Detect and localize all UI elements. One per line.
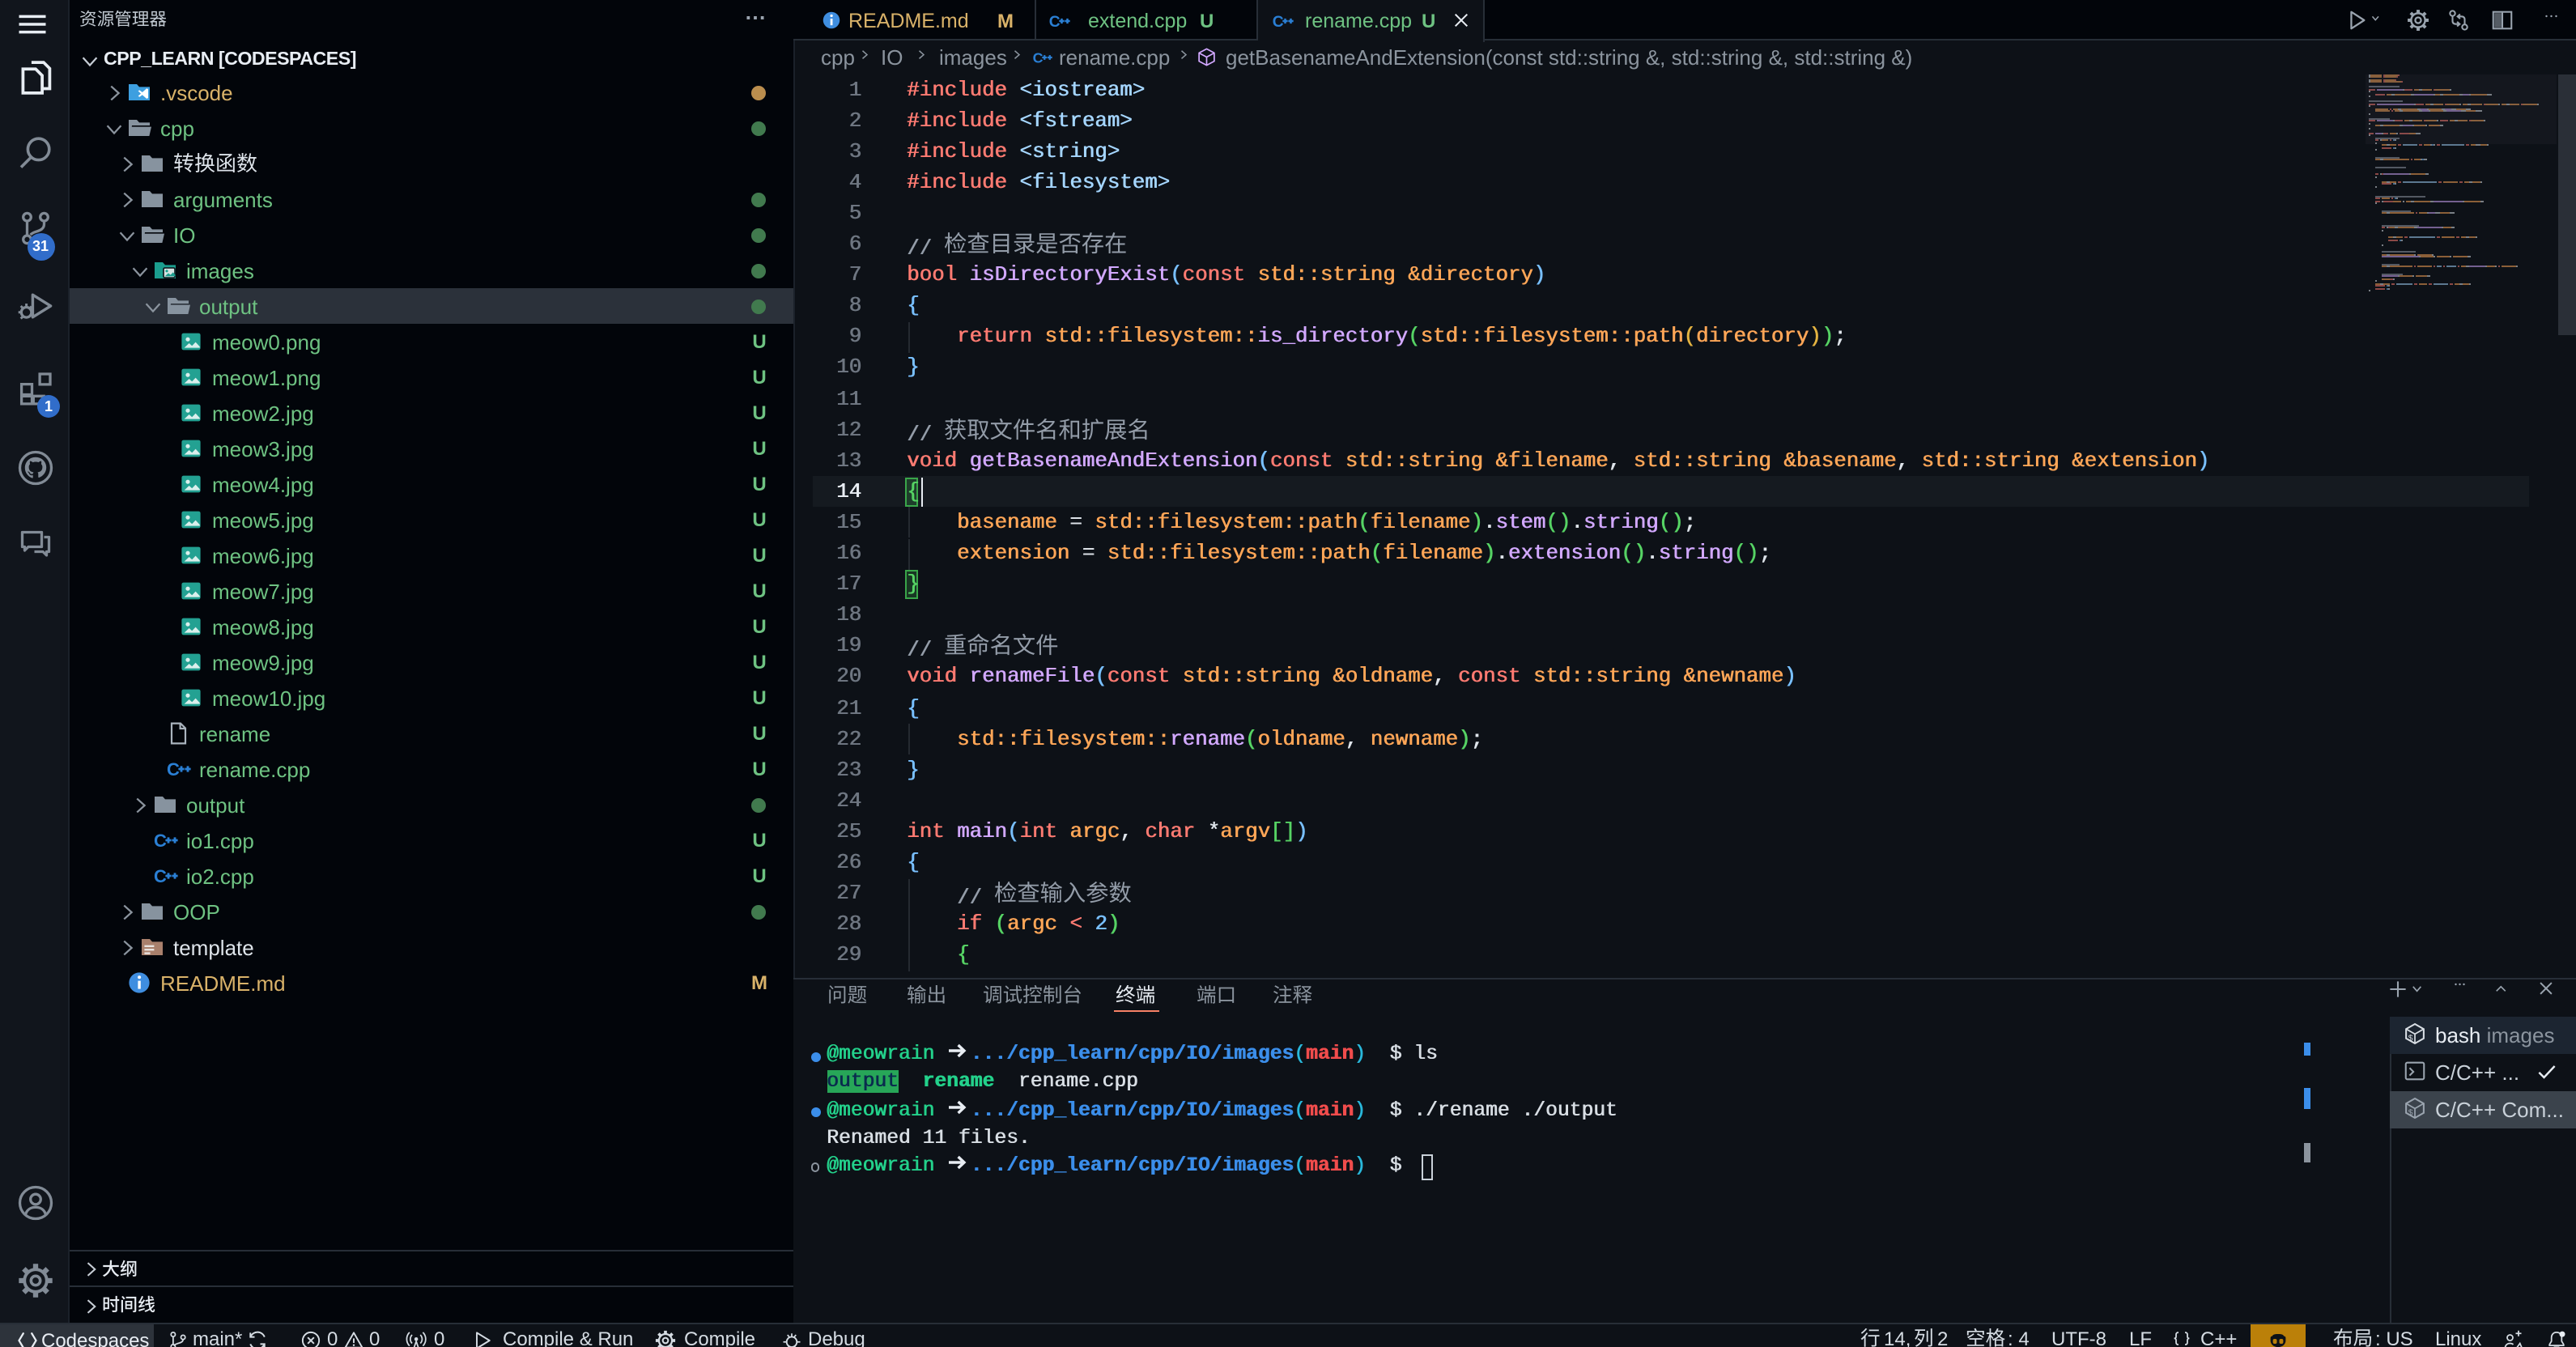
svg-text:C: C xyxy=(154,831,167,851)
svg-text:C: C xyxy=(1273,13,1284,30)
svg-text:$: $ xyxy=(2408,1035,2413,1043)
svg-text:C: C xyxy=(1033,49,1044,66)
svg-text:C: C xyxy=(1049,13,1061,30)
svg-text:C: C xyxy=(167,759,180,780)
svg-text:C: C xyxy=(154,866,167,886)
svg-text:$: $ xyxy=(2408,1109,2413,1118)
